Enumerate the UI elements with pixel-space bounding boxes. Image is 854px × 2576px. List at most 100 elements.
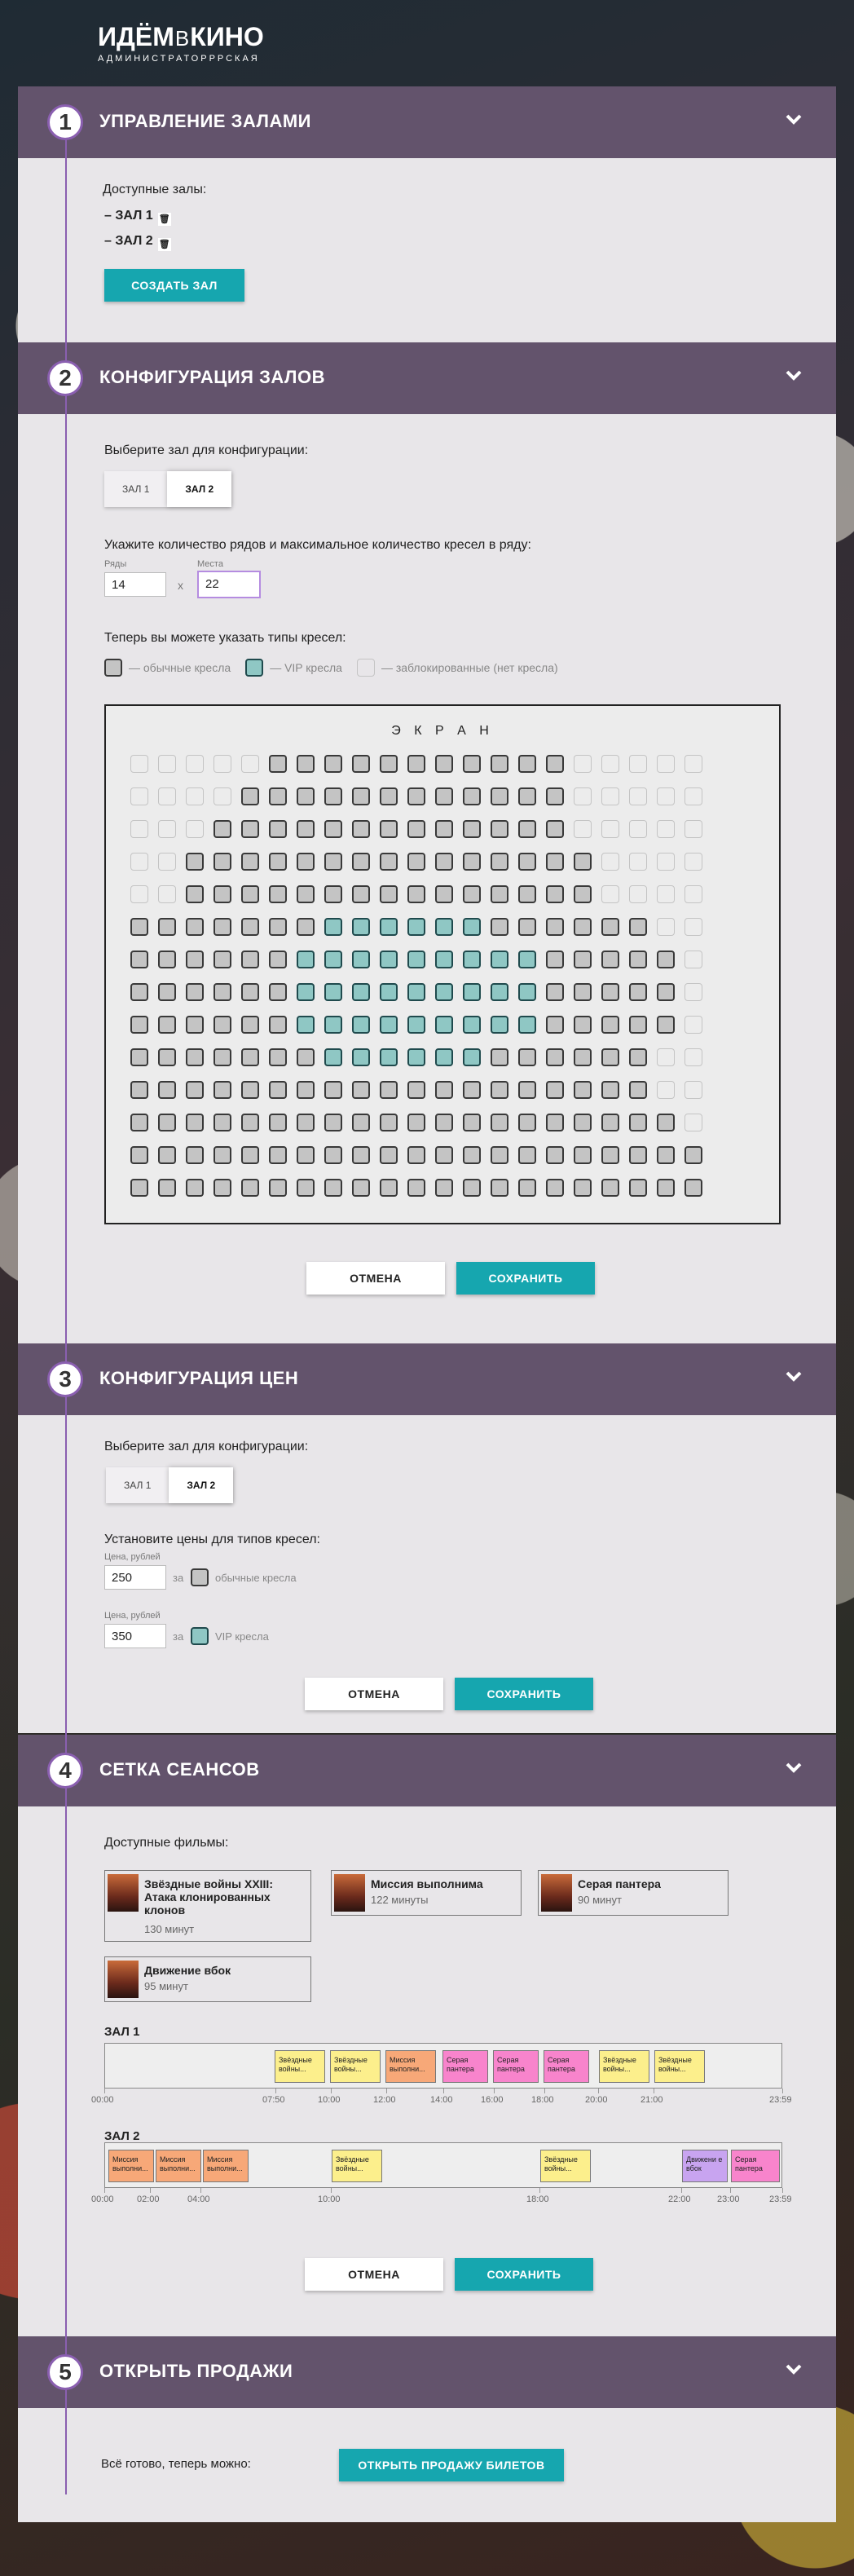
standard-seat[interactable]: [629, 1146, 647, 1164]
standard-seat[interactable]: [158, 1081, 176, 1099]
standard-seat[interactable]: [601, 918, 619, 936]
standard-seat[interactable]: [629, 983, 647, 1001]
standard-seat[interactable]: [380, 885, 398, 903]
blocked-seat[interactable]: [241, 755, 259, 773]
standard-seat[interactable]: [491, 1048, 508, 1066]
standard-seat[interactable]: [574, 1048, 592, 1066]
vip-seat[interactable]: [352, 918, 370, 936]
seats-input[interactable]: 22: [197, 571, 261, 598]
vip-seat[interactable]: [352, 983, 370, 1001]
standard-seat[interactable]: [130, 983, 148, 1001]
standard-seat[interactable]: [629, 1048, 647, 1066]
standard-seat[interactable]: [380, 1114, 398, 1131]
blocked-seat[interactable]: [601, 885, 619, 903]
standard-seat[interactable]: [601, 1179, 619, 1197]
standard-seat[interactable]: [297, 1081, 315, 1099]
blocked-seat[interactable]: [657, 787, 675, 805]
standard-seat[interactable]: [269, 1179, 287, 1197]
standard-seat[interactable]: [380, 755, 398, 773]
session-block[interactable]: Звёздные войны...: [330, 2050, 381, 2083]
vip-price-input[interactable]: 350: [104, 1624, 166, 1648]
standard-seat[interactable]: [241, 1081, 259, 1099]
standard-seat[interactable]: [297, 1146, 315, 1164]
standard-seat[interactable]: [269, 1048, 287, 1066]
standard-seat[interactable]: [657, 983, 675, 1001]
open-sales-button[interactable]: Открыть продажу билетов: [339, 2449, 564, 2481]
standard-seat[interactable]: [601, 983, 619, 1001]
vip-seat[interactable]: [518, 951, 536, 968]
standard-seat[interactable]: [214, 983, 231, 1001]
standard-seat[interactable]: [518, 1081, 536, 1099]
standard-seat[interactable]: [269, 951, 287, 968]
standard-seat[interactable]: [463, 1179, 481, 1197]
standard-seat[interactable]: [158, 983, 176, 1001]
cancel-button[interactable]: Отмена: [305, 2258, 443, 2291]
standard-seat[interactable]: [407, 1146, 425, 1164]
film-card[interactable]: Миссия выполнима 122 минуты: [331, 1870, 522, 1916]
standard-seat[interactable]: [601, 1146, 619, 1164]
chevron-down-icon[interactable]: [786, 367, 802, 383]
blocked-seat[interactable]: [214, 755, 231, 773]
tab-hall-2[interactable]: Зал 2: [169, 1467, 234, 1503]
standard-seat[interactable]: [352, 755, 370, 773]
standard-seat[interactable]: [324, 755, 342, 773]
tab-hall-1[interactable]: Зал 1: [104, 471, 168, 507]
standard-seat[interactable]: [601, 951, 619, 968]
standard-seat[interactable]: [324, 1081, 342, 1099]
vip-seat[interactable]: [324, 983, 342, 1001]
vip-seat[interactable]: [518, 1016, 536, 1034]
standard-seat[interactable]: [214, 1081, 231, 1099]
standard-seat[interactable]: [130, 918, 148, 936]
standard-seat[interactable]: [435, 853, 453, 871]
standard-seat[interactable]: [130, 1114, 148, 1131]
standard-seat[interactable]: [297, 853, 315, 871]
standard-seat[interactable]: [269, 1081, 287, 1099]
standard-seat[interactable]: [435, 787, 453, 805]
standard-seat[interactable]: [352, 853, 370, 871]
standard-seat[interactable]: [186, 1114, 204, 1131]
blocked-seat[interactable]: [657, 820, 675, 838]
standard-seat[interactable]: [546, 885, 564, 903]
standard-seat[interactable]: [407, 1179, 425, 1197]
standard-seat[interactable]: [186, 1048, 204, 1066]
film-card[interactable]: Серая пантера 90 минут: [538, 1870, 729, 1916]
standard-seat[interactable]: [601, 1016, 619, 1034]
standard-seat[interactable]: [518, 820, 536, 838]
open-sales-panel-header[interactable]: 5 Открыть продажи: [18, 2336, 836, 2408]
vip-seat[interactable]: [407, 951, 425, 968]
standard-seat[interactable]: [657, 951, 675, 968]
standard-seat[interactable]: [380, 1179, 398, 1197]
session-block[interactable]: Движени е вбок: [682, 2150, 728, 2182]
vip-seat[interactable]: [435, 1048, 453, 1066]
standard-seat[interactable]: [214, 1016, 231, 1034]
standard-seat[interactable]: [435, 820, 453, 838]
session-block[interactable]: Звёздные войны...: [599, 2050, 649, 2083]
standard-seat[interactable]: [324, 853, 342, 871]
session-block[interactable]: Серая пантера: [493, 2050, 539, 2083]
standard-seat[interactable]: [574, 885, 592, 903]
blocked-seat[interactable]: [574, 755, 592, 773]
standard-seat[interactable]: [324, 1114, 342, 1131]
standard-seat[interactable]: [574, 918, 592, 936]
standard-seat[interactable]: [214, 820, 231, 838]
standard-seat[interactable]: [574, 1179, 592, 1197]
vip-seat[interactable]: [297, 1016, 315, 1034]
standard-seat[interactable]: [214, 885, 231, 903]
blocked-seat[interactable]: [158, 787, 176, 805]
vip-seat[interactable]: [324, 918, 342, 936]
blocked-seat[interactable]: [130, 853, 148, 871]
standard-seat[interactable]: [407, 1081, 425, 1099]
cancel-button[interactable]: Отмена: [306, 1262, 445, 1295]
standard-seat[interactable]: [380, 1081, 398, 1099]
save-button[interactable]: Сохранить: [456, 1262, 595, 1295]
blocked-seat[interactable]: [186, 820, 204, 838]
standard-seat[interactable]: [158, 1016, 176, 1034]
vip-seat[interactable]: [463, 951, 481, 968]
standard-seat[interactable]: [269, 820, 287, 838]
vip-seat[interactable]: [491, 983, 508, 1001]
vip-seat[interactable]: [463, 1016, 481, 1034]
standard-seat[interactable]: [463, 755, 481, 773]
standard-seat[interactable]: [186, 918, 204, 936]
standard-seat[interactable]: [324, 1179, 342, 1197]
standard-seat[interactable]: [241, 1146, 259, 1164]
